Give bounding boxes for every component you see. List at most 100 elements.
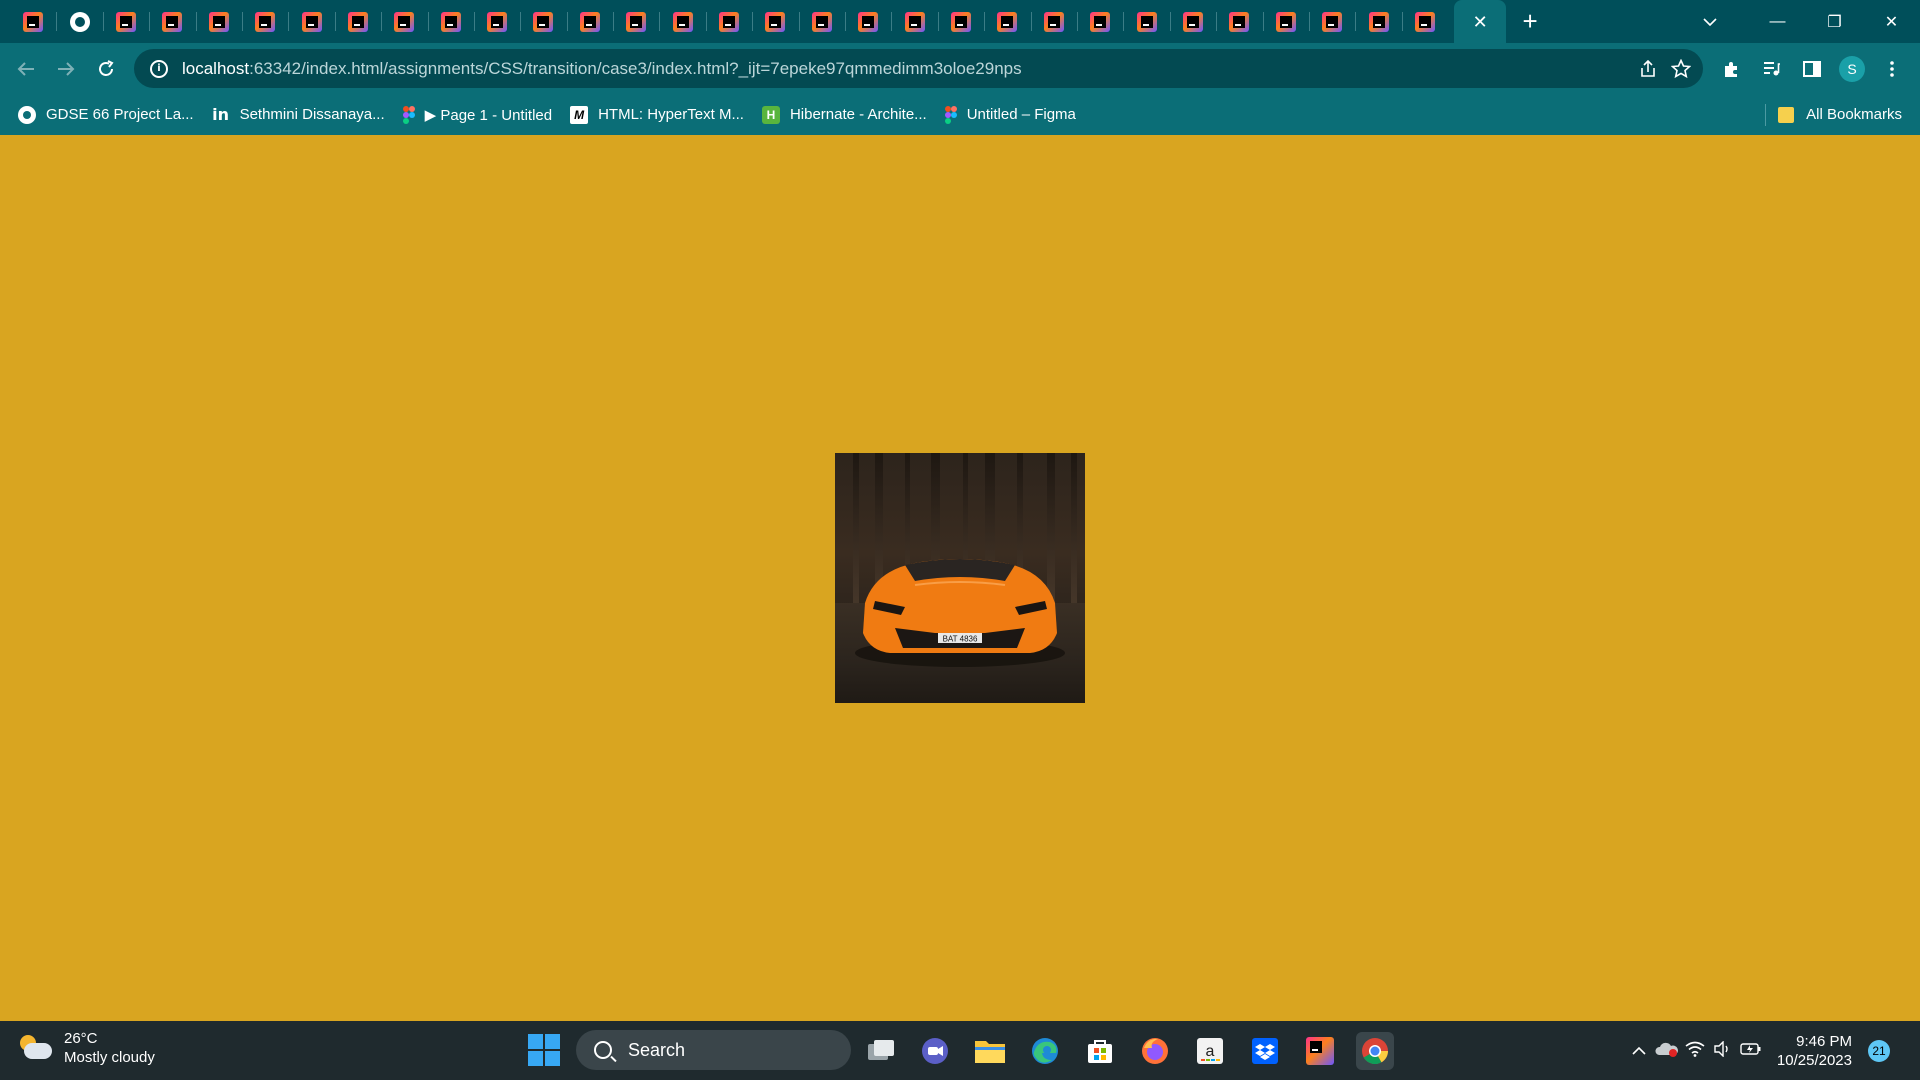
intellij-button[interactable] bbox=[1301, 1032, 1339, 1070]
amazon-icon: a bbox=[1197, 1038, 1223, 1064]
clock[interactable]: 9:46 PM 10/25/2023 bbox=[1777, 1032, 1852, 1070]
intellij-icon bbox=[719, 11, 740, 32]
weather-description: Mostly cloudy bbox=[64, 1049, 155, 1066]
tab-intellij[interactable] bbox=[1123, 0, 1169, 43]
onedrive-status[interactable] bbox=[1653, 1041, 1681, 1061]
playlist-icon bbox=[1764, 61, 1780, 75]
tab-intellij[interactable] bbox=[381, 0, 427, 43]
url-text[interactable]: localhost:63342/index.html/assignments/C… bbox=[182, 59, 1022, 79]
intellij-icon bbox=[533, 11, 554, 32]
tab-intellij[interactable] bbox=[520, 0, 566, 43]
network-status[interactable] bbox=[1681, 1041, 1709, 1061]
tab-intellij[interactable] bbox=[937, 0, 984, 43]
tab-github[interactable] bbox=[56, 0, 102, 43]
bookmark-star-icon[interactable] bbox=[1671, 58, 1691, 79]
teams-chat-button[interactable] bbox=[916, 1032, 954, 1070]
chrome-icon bbox=[1362, 1038, 1389, 1065]
tab-strip: ✕ + — ❐ ✕ bbox=[0, 0, 1920, 43]
tab-intellij[interactable] bbox=[798, 0, 845, 43]
svg-text:a: a bbox=[1206, 1043, 1215, 1060]
profile-button[interactable]: S bbox=[1832, 49, 1872, 89]
minimize-button[interactable]: — bbox=[1749, 0, 1806, 43]
site-info-icon[interactable]: i bbox=[150, 59, 168, 78]
tab-intellij[interactable] bbox=[1355, 0, 1401, 43]
new-tab-button[interactable]: + bbox=[1510, 0, 1550, 43]
tab-intellij[interactable] bbox=[659, 0, 705, 43]
tab-intellij[interactable] bbox=[10, 0, 56, 43]
forward-button[interactable] bbox=[46, 49, 86, 89]
intellij-icon bbox=[811, 11, 832, 32]
close-window-button[interactable]: ✕ bbox=[1863, 0, 1920, 43]
tab-intellij[interactable] bbox=[288, 0, 334, 43]
chrome-button[interactable] bbox=[1356, 1032, 1394, 1070]
edge-button[interactable] bbox=[1026, 1032, 1064, 1070]
bookmark-label: Untitled – Figma bbox=[966, 106, 1076, 123]
intellij-icon bbox=[1368, 11, 1389, 32]
tab-intellij[interactable] bbox=[149, 0, 195, 43]
restore-button[interactable]: ❐ bbox=[1806, 0, 1863, 43]
task-view-button[interactable] bbox=[862, 1032, 900, 1070]
file-explorer-button[interactable] bbox=[971, 1032, 1009, 1070]
tab-intellij[interactable] bbox=[241, 0, 288, 43]
browser-menu-button[interactable] bbox=[1872, 49, 1912, 89]
tab-intellij[interactable] bbox=[1030, 0, 1077, 43]
weather-widget[interactable]: 26°C Mostly cloudy bbox=[18, 1029, 155, 1067]
start-button[interactable] bbox=[528, 1034, 560, 1066]
tab-intellij[interactable] bbox=[1262, 0, 1309, 43]
tab-intellij[interactable] bbox=[334, 0, 381, 43]
bookmark-gdse[interactable]: GDSE 66 Project La... bbox=[18, 105, 194, 124]
back-button[interactable] bbox=[6, 49, 46, 89]
notification-badge[interactable]: 21 bbox=[1868, 1039, 1890, 1062]
tab-intellij[interactable] bbox=[891, 0, 937, 43]
tab-intellij[interactable] bbox=[1216, 0, 1262, 43]
tab-intellij[interactable] bbox=[1308, 0, 1355, 43]
tab-intellij[interactable] bbox=[427, 0, 474, 43]
battery-status[interactable] bbox=[1737, 1042, 1765, 1060]
tab-search-button[interactable] bbox=[1690, 0, 1730, 43]
partly-cloudy-icon bbox=[18, 1035, 52, 1061]
bookmark-mdn-html[interactable]: M HTML: HyperText M... bbox=[570, 105, 744, 124]
volume-status[interactable] bbox=[1709, 1039, 1737, 1061]
media-control-button[interactable] bbox=[1752, 49, 1792, 89]
tab-intellij[interactable] bbox=[1169, 0, 1216, 43]
share-icon[interactable] bbox=[1639, 59, 1657, 78]
edge-icon bbox=[1032, 1038, 1058, 1064]
intellij-icon bbox=[115, 11, 136, 32]
bookmark-figma-untitled[interactable]: Untitled – Figma bbox=[944, 105, 1076, 124]
tab-active[interactable]: ✕ bbox=[1454, 0, 1507, 43]
intellij-icon bbox=[208, 11, 229, 32]
tab-intellij[interactable] bbox=[1076, 0, 1123, 43]
intellij-icon bbox=[347, 11, 368, 32]
task-view-icon bbox=[868, 1040, 894, 1060]
folder-icon bbox=[975, 1041, 1005, 1063]
firefox-button[interactable] bbox=[1136, 1032, 1174, 1070]
dropbox-button[interactable] bbox=[1246, 1032, 1284, 1070]
tab-intellij[interactable] bbox=[195, 0, 242, 43]
reload-button[interactable] bbox=[86, 49, 126, 89]
speaker-icon bbox=[1714, 1039, 1728, 1058]
store-icon bbox=[1088, 1040, 1112, 1063]
tab-intellij[interactable] bbox=[566, 0, 613, 43]
bookmark-linkedin[interactable]: in Sethmini Dissanaya... bbox=[212, 105, 385, 124]
all-bookmarks-button[interactable]: All Bookmarks bbox=[1765, 94, 1902, 135]
tab-intellij[interactable] bbox=[473, 0, 520, 43]
taskbar-search[interactable]: Search bbox=[576, 1030, 851, 1070]
close-tab-icon[interactable]: ✕ bbox=[1473, 13, 1488, 31]
tab-intellij[interactable] bbox=[752, 0, 798, 43]
browser-toolbar: i localhost:63342/index.html/assignments… bbox=[0, 43, 1920, 94]
tab-intellij[interactable] bbox=[1401, 0, 1448, 43]
tab-intellij[interactable] bbox=[705, 0, 752, 43]
store-button[interactable] bbox=[1081, 1032, 1119, 1070]
side-panel-button[interactable] bbox=[1792, 49, 1832, 89]
tab-intellij[interactable] bbox=[984, 0, 1030, 43]
address-bar[interactable]: i localhost:63342/index.html/assignments… bbox=[134, 49, 1703, 88]
tab-intellij[interactable] bbox=[613, 0, 659, 43]
intellij-icon bbox=[394, 11, 415, 32]
bookmark-figma-page[interactable]: ▶ Page 1 - Untitled bbox=[402, 105, 552, 124]
show-hidden-icons-button[interactable] bbox=[1625, 1042, 1653, 1059]
extensions-button[interactable] bbox=[1712, 49, 1752, 89]
tab-intellij[interactable] bbox=[102, 0, 149, 43]
tab-intellij[interactable] bbox=[845, 0, 891, 43]
bookmark-hibernate[interactable]: H Hibernate - Archite... bbox=[761, 105, 927, 124]
amazon-button[interactable]: a bbox=[1191, 1032, 1229, 1070]
